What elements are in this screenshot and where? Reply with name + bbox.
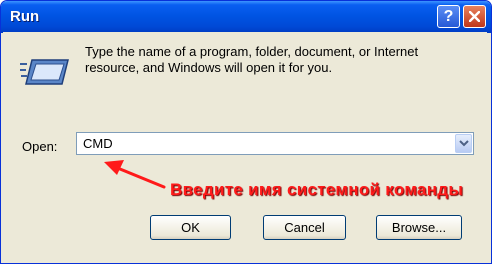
ok-button[interactable]: OK — [150, 215, 231, 240]
cancel-button[interactable]: Cancel — [263, 215, 346, 240]
browse-button[interactable]: Browse... — [376, 215, 462, 240]
annotation-text: Введите имя системной команды — [170, 180, 464, 199]
